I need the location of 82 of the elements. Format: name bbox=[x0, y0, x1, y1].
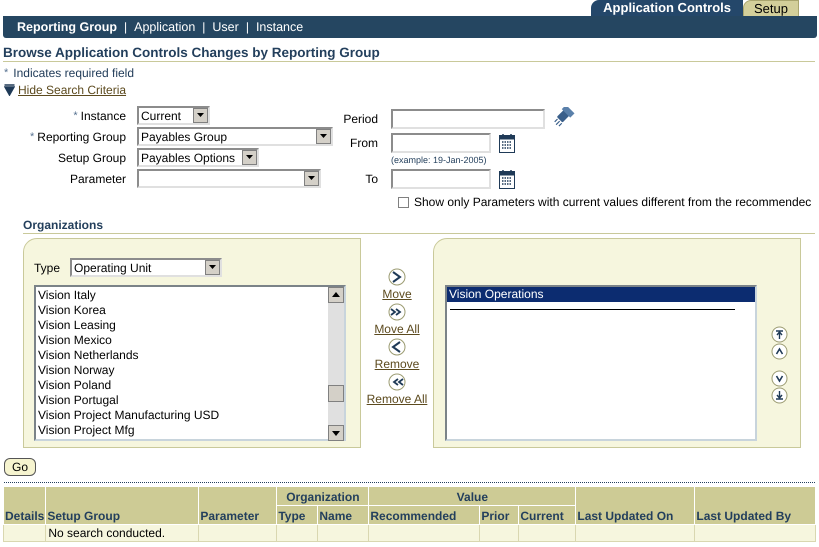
tab[interactable]: Setup bbox=[743, 0, 799, 16]
go-button[interactable]: Go bbox=[4, 458, 36, 476]
action-link[interactable]: Move bbox=[382, 287, 412, 301]
move-down-icon[interactable] bbox=[771, 370, 788, 387]
calendar-icon[interactable] bbox=[499, 133, 515, 153]
triangle-icon bbox=[4, 84, 15, 96]
text-field[interactable] bbox=[391, 169, 491, 189]
dropdown-field[interactable] bbox=[137, 169, 321, 188]
required-mark: * bbox=[4, 67, 8, 79]
move-up-icon[interactable] bbox=[771, 343, 788, 360]
required-note: Indicates required field bbox=[13, 66, 134, 80]
move-bottom-icon[interactable] bbox=[771, 387, 788, 404]
column-header: Type bbox=[276, 506, 318, 524]
list-item[interactable]: Vision Operations bbox=[447, 287, 755, 302]
required-mark: * bbox=[30, 130, 34, 142]
column-header: Details bbox=[4, 486, 46, 524]
field-label: Period bbox=[343, 111, 378, 128]
separator: | bbox=[246, 20, 249, 34]
action-link[interactable]: Remove All bbox=[366, 392, 428, 406]
dropdown-field[interactable]: Current bbox=[137, 106, 210, 125]
subtab-link[interactable]: Reporting Group bbox=[17, 20, 117, 34]
column-group-header: Value bbox=[368, 486, 576, 506]
subtab-link[interactable]: Application bbox=[134, 20, 196, 34]
empty-message: No search conducted. bbox=[46, 524, 199, 542]
caret-icon[interactable] bbox=[316, 129, 331, 144]
list-box[interactable]: Vision Operations bbox=[445, 285, 757, 441]
column-header: Prior bbox=[480, 506, 519, 524]
dropdown-field[interactable]: Payables Group bbox=[137, 127, 333, 146]
page-title: Browse Application Controls Changes by Reporting Group bbox=[3, 45, 815, 62]
list-item[interactable]: Vision Leasing bbox=[38, 318, 326, 333]
list-item[interactable]: Vision Portugal bbox=[38, 393, 326, 408]
text-field[interactable] bbox=[391, 133, 491, 153]
caret-icon[interactable] bbox=[205, 260, 220, 275]
caret-icon[interactable] bbox=[242, 150, 257, 165]
list-item[interactable]: Vision Poland bbox=[38, 378, 326, 393]
column-header: Last Updated By bbox=[694, 486, 816, 524]
hide-search-link[interactable]: Hide Search Criteria bbox=[18, 83, 126, 97]
column-header: Name bbox=[318, 506, 369, 524]
list-item[interactable]: Vision Korea bbox=[38, 303, 326, 318]
list-item[interactable]: Vision Italy bbox=[38, 288, 326, 303]
hint-text: (example: 19-Jan-2005) bbox=[391, 154, 488, 166]
checkbox[interactable] bbox=[398, 196, 409, 208]
column-header: Last Updated On bbox=[576, 486, 695, 524]
list-item[interactable]: Vision Norway bbox=[38, 363, 326, 378]
subtab-link[interactable]: User bbox=[212, 20, 239, 34]
caret-icon[interactable] bbox=[304, 171, 319, 186]
section-heading: Organizations bbox=[23, 218, 815, 234]
caret-icon[interactable] bbox=[193, 108, 208, 123]
separator: | bbox=[202, 20, 206, 34]
dropdown-field[interactable]: Operating Unit bbox=[70, 258, 222, 277]
action-link[interactable]: Move All bbox=[374, 322, 420, 336]
column-header: Parameter bbox=[198, 486, 277, 524]
column-header: Recommended bbox=[368, 506, 480, 524]
subtab-link[interactable]: Instance bbox=[256, 20, 304, 34]
arrow-circle-icon[interactable] bbox=[388, 268, 406, 286]
field-label: From bbox=[349, 135, 378, 152]
arrow-circle-icon[interactable] bbox=[388, 303, 406, 321]
text-field[interactable] bbox=[391, 109, 545, 129]
dropdown-field[interactable]: Payables Options bbox=[137, 148, 259, 167]
list-item[interactable]: Vision Mexico bbox=[38, 333, 326, 348]
arrow-circle-icon[interactable] bbox=[388, 338, 406, 356]
column-header: Current bbox=[518, 506, 576, 524]
action-link[interactable]: Remove bbox=[374, 357, 420, 371]
list-item[interactable]: Vision Project Manufacturing USD bbox=[38, 408, 326, 423]
checkbox-label: Show only Parameters with current values different from the recommendec bbox=[414, 195, 812, 209]
list-box[interactable]: Vision Italy Vision Korea Vision Leasing Vision Mexico Vision Netherlands Vision Norway Vision Poland Vision Portugal Vision Project Manufacturing USD Vision Project Mfg bbox=[34, 285, 346, 441]
tab[interactable]: Application Controls bbox=[591, 0, 744, 16]
list-item[interactable]: Vision Netherlands bbox=[38, 348, 326, 363]
required-mark: * bbox=[73, 110, 78, 122]
move-top-icon[interactable] bbox=[771, 326, 788, 343]
field-label: Setup Group bbox=[58, 150, 126, 164]
separator: | bbox=[124, 20, 128, 34]
calendar-icon[interactable] bbox=[499, 169, 515, 189]
field-label: Instance bbox=[80, 108, 126, 122]
field-label: Reporting Group bbox=[37, 130, 126, 144]
list-item[interactable]: Vision Project Mfg bbox=[38, 423, 326, 438]
field-label: Type bbox=[34, 260, 60, 274]
column-header: Setup Group bbox=[46, 486, 199, 524]
arrow-circle-icon[interactable] bbox=[388, 373, 406, 391]
column-group-header: Organization bbox=[276, 486, 369, 506]
field-label: Parameter bbox=[70, 172, 126, 186]
field-label: To bbox=[364, 171, 378, 188]
